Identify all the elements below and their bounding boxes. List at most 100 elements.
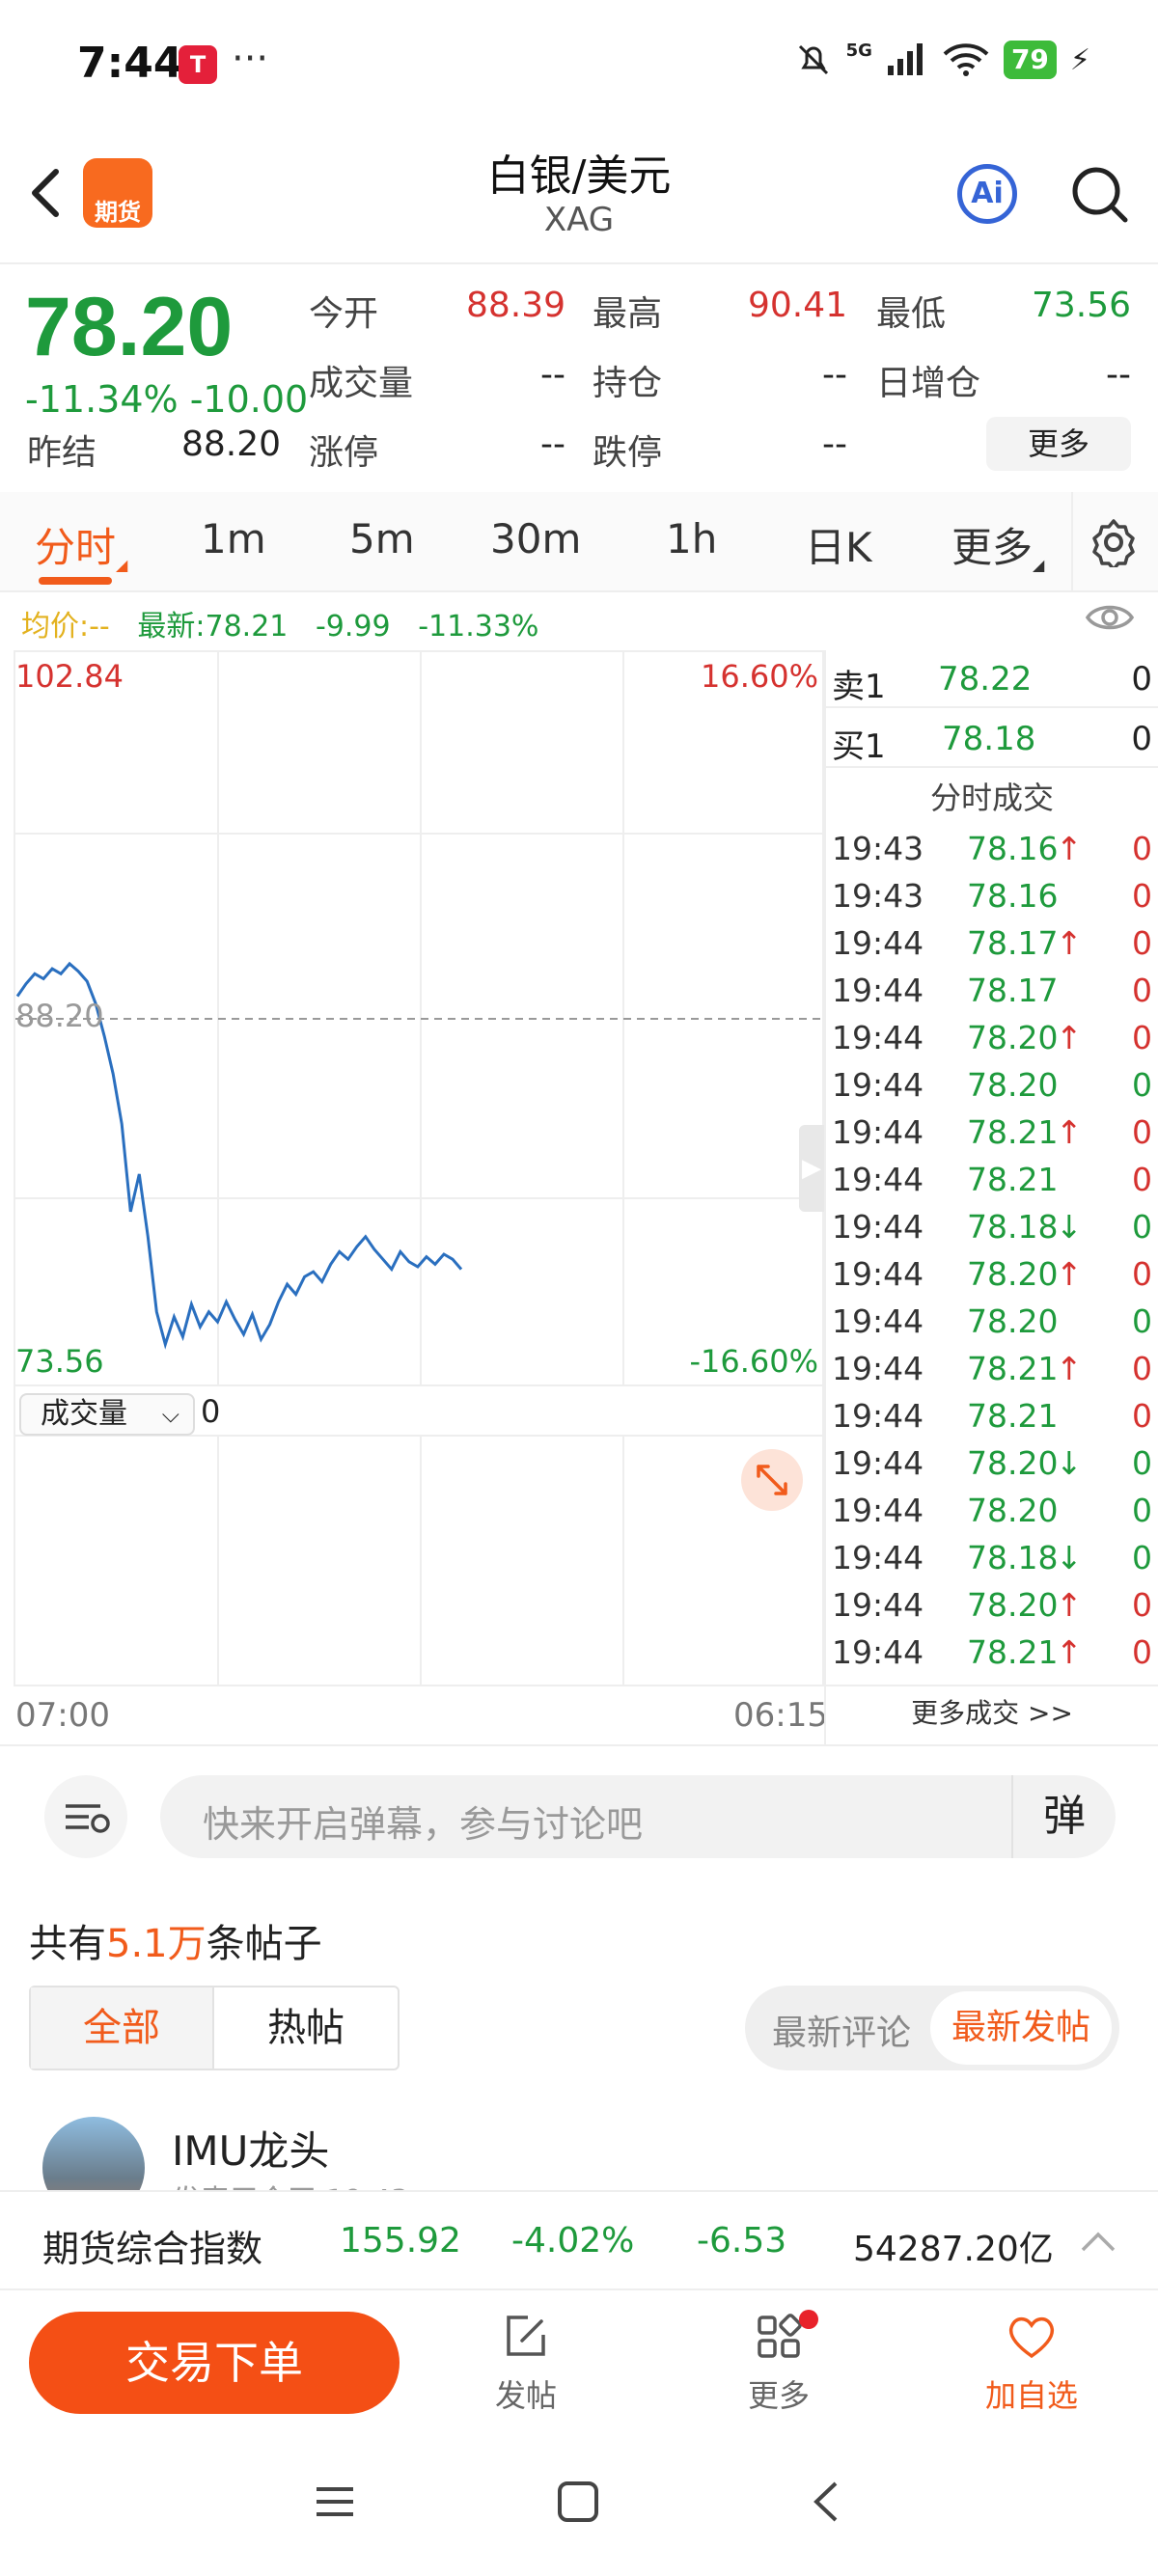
notification-dot bbox=[799, 2310, 818, 2329]
trade-price: 78.20 bbox=[967, 1066, 1059, 1104]
quote-more-button[interactable]: 更多 bbox=[986, 417, 1131, 471]
more-trades-link[interactable]: 更多成交 >> bbox=[826, 1685, 1158, 1742]
tab-timeshare[interactable]: 分时◢ bbox=[35, 515, 127, 574]
index-change: -6.53 bbox=[697, 2221, 787, 2261]
system-nav-bar bbox=[0, 2441, 1158, 2576]
trade-price: 78.17 bbox=[967, 972, 1059, 1009]
trade-order-button[interactable]: 交易下单 bbox=[29, 2312, 400, 2414]
chevron-right-icon: ▶ bbox=[802, 1154, 821, 1183]
tab-30m[interactable]: 30m bbox=[490, 515, 581, 562]
post-label: 发帖 bbox=[494, 2377, 557, 2414]
trade-row: 19:44 78.17 0 bbox=[826, 966, 1158, 1013]
ask-price: 78.22 bbox=[938, 660, 1033, 699]
expand-chart-button[interactable] bbox=[741, 1449, 803, 1511]
trade-price: 78.21 bbox=[967, 1113, 1059, 1151]
trade-row: 19:44 78.20 ↑ 0 bbox=[826, 1013, 1158, 1060]
ask-label: 卖1 bbox=[832, 668, 886, 706]
trade-time: 19:43 bbox=[832, 830, 924, 867]
trade-qty: 0 bbox=[1132, 1444, 1152, 1482]
tab-divider bbox=[1071, 492, 1073, 590]
oi-label: 持仓 bbox=[593, 364, 663, 403]
signal-icon bbox=[887, 43, 923, 75]
post-button[interactable]: 发帖 bbox=[463, 2310, 589, 2416]
trade-row: 19:44 78.21 ↑ 0 bbox=[826, 1628, 1158, 1675]
tab-5m[interactable]: 5m bbox=[349, 515, 415, 562]
avg-price: 均价:-- bbox=[21, 610, 110, 644]
back-icon[interactable] bbox=[805, 2480, 849, 2524]
order-book-panel: 卖1 78.22 0 买1 78.18 0 分时成交 19:43 78.16 ↑ 0 1… bbox=[824, 650, 1158, 1744]
danmu-placeholder: 快来开启弹幕，参与讨论吧 bbox=[203, 1803, 644, 1846]
trade-time: 19:44 bbox=[832, 1492, 924, 1529]
trade-row: 19:44 78.21 0 bbox=[826, 1155, 1158, 1202]
trade-qty: 0 bbox=[1132, 1539, 1152, 1576]
trade-row: 19:43 78.16 0 bbox=[826, 871, 1158, 918]
trade-time: 19:44 bbox=[832, 1586, 924, 1624]
tab-1m[interactable]: 1m bbox=[201, 515, 266, 562]
trade-row: 19:44 78.20 0 bbox=[826, 1060, 1158, 1108]
search-button[interactable] bbox=[1069, 164, 1131, 230]
volume-selector-label: 成交量 bbox=[41, 1397, 127, 1431]
trade-qty: 0 bbox=[1132, 1113, 1152, 1151]
limit-down-value: -- bbox=[822, 425, 847, 464]
price-change: -11.34% -10.00 bbox=[25, 378, 308, 421]
latest-change: -9.99 bbox=[315, 610, 391, 644]
more-button[interactable]: 更多 bbox=[716, 2310, 841, 2416]
chart-settings-button[interactable] bbox=[1089, 517, 1139, 571]
danmu-settings-icon bbox=[66, 1804, 110, 1833]
tesla-app-icon: T bbox=[179, 45, 217, 84]
filter-hot[interactable]: 热帖 bbox=[214, 1987, 398, 2069]
trade-qty: 0 bbox=[1132, 1161, 1152, 1198]
danmu-settings-button[interactable] bbox=[44, 1775, 127, 1858]
network-type: 5G bbox=[845, 41, 872, 61]
posts-count: 共有5.1万条帖子 bbox=[29, 1912, 322, 1968]
index-ticker-bar[interactable]: 期货综合指数 155.92 -4.02% -6.53 54287.20亿 bbox=[0, 2190, 1158, 2290]
watch-label: 加自选 bbox=[984, 2377, 1078, 2414]
volume-indicator-select[interactable]: 成交量 ⌵ bbox=[19, 1393, 195, 1436]
trade-row: 19:44 78.18 ↓ 0 bbox=[826, 1202, 1158, 1249]
danmu-input[interactable]: 快来开启弹幕，参与讨论吧 弹 bbox=[160, 1775, 1116, 1858]
ai-button[interactable]: Ai bbox=[957, 164, 1017, 224]
post-author[interactable]: IMU龙头 bbox=[172, 2119, 329, 2178]
ask-row: 卖1 78.22 0 bbox=[826, 650, 1158, 708]
page-header: 期货 白银/美元 XAG Ai bbox=[0, 135, 1158, 260]
sort-latest-post[interactable]: 最新发帖 bbox=[930, 1991, 1112, 2065]
trade-row: 19:44 78.20 ↑ 0 bbox=[826, 1249, 1158, 1297]
danmu-toggle-button[interactable]: 弹 bbox=[1011, 1775, 1116, 1858]
volume-label: 成交量 bbox=[309, 364, 414, 403]
caret-icon: ◢ bbox=[116, 556, 128, 574]
posts-number: 5.1万 bbox=[106, 1922, 207, 1966]
trade-price: 78.21 bbox=[967, 1161, 1059, 1198]
bottom-nav: 交易下单 发帖 更多 加自选 bbox=[0, 2292, 1158, 2437]
trade-qty: 0 bbox=[1132, 972, 1152, 1009]
high-label: 最高 bbox=[593, 294, 663, 334]
limit-down-label: 跌停 bbox=[593, 433, 663, 473]
sort-latest-comment[interactable]: 最新评论 bbox=[772, 2005, 911, 2055]
trade-row: 19:44 78.18 ↓ 0 bbox=[826, 1533, 1158, 1580]
intraday-chart[interactable]: 102.84 16.60% 88.20 73.56 -16.60% 成交量 ⌵ … bbox=[14, 650, 824, 1686]
trade-row: 19:44 78.17 ↑ 0 bbox=[826, 918, 1158, 966]
trade-time: 19:44 bbox=[832, 1255, 924, 1293]
trade-price: 78.21 bbox=[967, 1633, 1059, 1671]
trade-time: 19:44 bbox=[832, 972, 924, 1009]
tab-daily[interactable]: 日K bbox=[805, 515, 872, 574]
caret-icon: ◢ bbox=[1033, 556, 1045, 574]
bid-label: 买1 bbox=[832, 727, 886, 766]
trade-price: 78.16 bbox=[967, 830, 1059, 867]
filter-all[interactable]: 全部 bbox=[31, 1987, 214, 2069]
bid-price: 78.18 bbox=[942, 720, 1036, 758]
ref-label: 88.20 bbox=[15, 998, 104, 1034]
collapse-side-handle[interactable]: ▶ bbox=[799, 1125, 824, 1212]
menu-icon[interactable] bbox=[313, 2480, 357, 2524]
tab-label: 分时 bbox=[35, 524, 117, 571]
tab-more[interactable]: 更多◢ bbox=[951, 515, 1044, 574]
mute-icon bbox=[798, 44, 828, 75]
toggle-visibility-button[interactable] bbox=[1085, 598, 1135, 641]
trade-time: 19:44 bbox=[832, 1019, 924, 1056]
trade-time: 19:44 bbox=[832, 1397, 924, 1435]
y-max-label: 102.84 bbox=[15, 658, 124, 695]
tab-1h[interactable]: 1h bbox=[666, 515, 717, 562]
y-min-label: 73.56 bbox=[15, 1343, 104, 1380]
add-watchlist-button[interactable]: 加自选 bbox=[969, 2310, 1094, 2416]
period-tabs: 分时◢ 1m 5m 30m 1h 日K 更多◢ bbox=[0, 492, 1158, 592]
home-icon[interactable] bbox=[556, 2480, 600, 2524]
